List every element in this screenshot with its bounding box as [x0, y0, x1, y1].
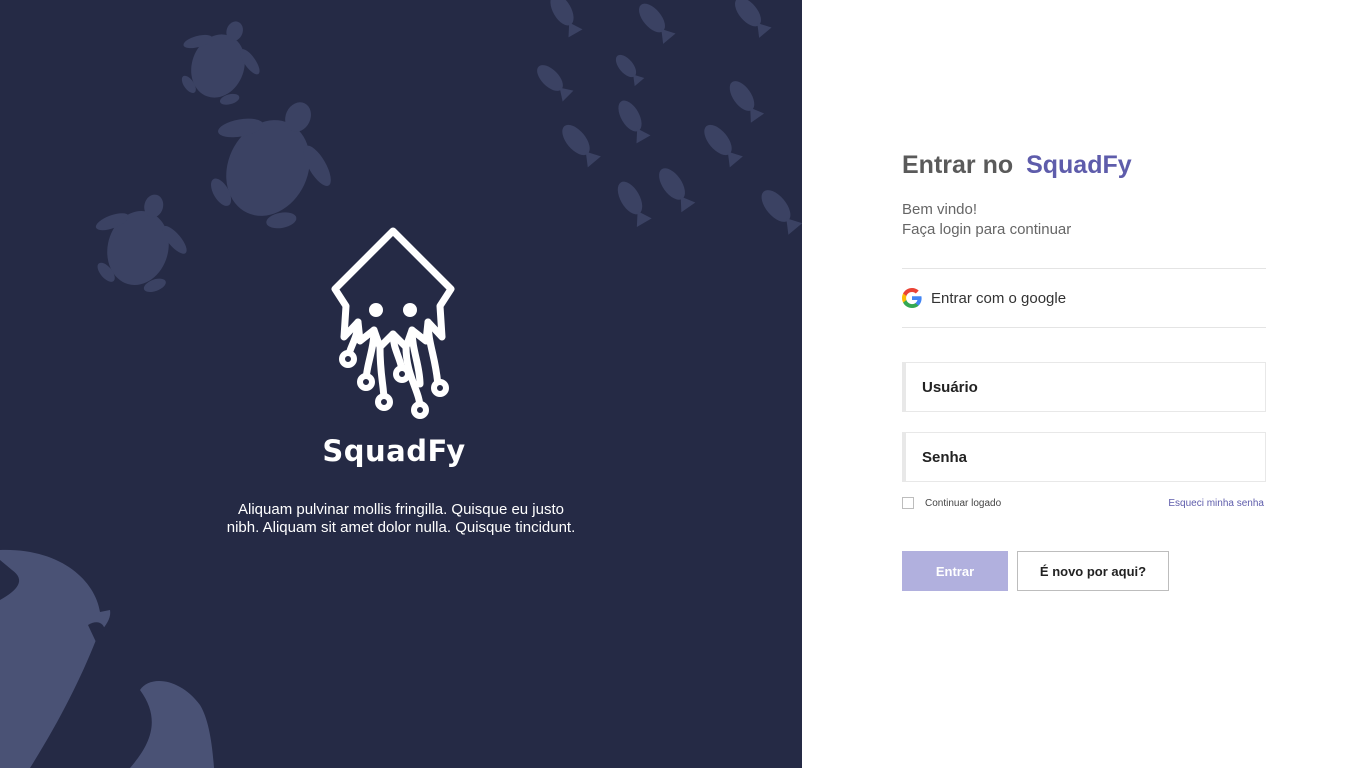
- welcome-line-2: Faça login para continuar: [902, 221, 1072, 238]
- signup-button[interactable]: É novo por aqui?: [1017, 551, 1169, 591]
- keep-logged-label: Continuar logado: [925, 497, 1002, 509]
- squid-circuit-icon: [331, 227, 455, 419]
- tagline-line-2: nibh. Aliquam sit amet dolor nulla. Quis…: [226, 519, 576, 536]
- hero-panel: SquadFy Aliquam pulvinar mollis fringill…: [0, 0, 802, 768]
- forgot-password-link[interactable]: Esqueci minha senha: [1168, 498, 1264, 509]
- login-title-brand: SquadFy: [1026, 151, 1132, 179]
- login-title: Entrar no SquadFy: [902, 151, 1132, 180]
- password-input[interactable]: [902, 432, 1266, 482]
- google-g-icon: [902, 288, 922, 308]
- tagline-line-1: Aliquam pulvinar mollis fringilla. Quisq…: [238, 501, 564, 518]
- login-panel: Entrar no SquadFy Bem vindo! Faça login …: [802, 0, 1366, 768]
- login-button[interactable]: Entrar: [902, 551, 1008, 591]
- welcome-line-1: Bem vindo!: [902, 201, 978, 218]
- keep-logged-toggle[interactable]: Continuar logado: [902, 497, 1001, 509]
- login-title-prefix: Entrar no: [902, 151, 1014, 179]
- username-input[interactable]: [902, 362, 1266, 412]
- google-login-label: Entrar com o google: [931, 289, 1067, 307]
- brand-tagline: Aliquam pulvinar mollis fringilla. Quisq…: [200, 501, 602, 537]
- welcome-message: Bem vindo! Faça login para continuar: [902, 200, 1071, 240]
- google-login-button[interactable]: Entrar com o google: [902, 268, 1266, 328]
- keep-logged-checkbox[interactable]: [902, 497, 914, 509]
- brand-name: SquadFy: [322, 434, 466, 468]
